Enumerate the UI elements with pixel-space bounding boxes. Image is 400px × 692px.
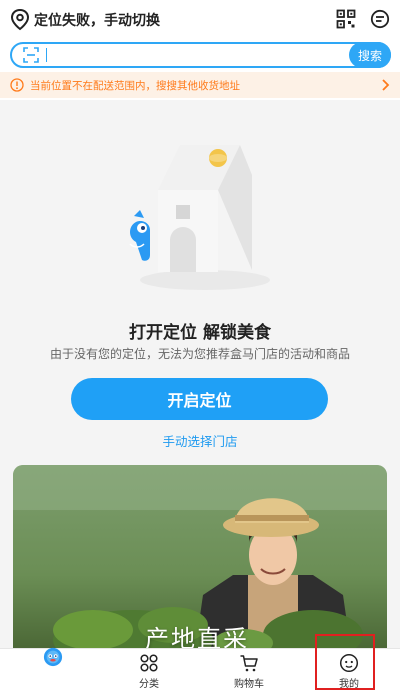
page-description: 由于没有您的定位，无法为您推荐盒马门店的活动和商品 [49, 347, 350, 361]
highlight-box [315, 634, 375, 690]
chevron-right-icon[interactable] [380, 79, 390, 91]
map-pin-icon [10, 9, 30, 31]
delivery-notice[interactable]: 当前位置不在配送范围内，搜搜其他收货地址 [0, 72, 400, 98]
search-input[interactable] [51, 47, 389, 63]
location-text[interactable]: 定位失败，手动切换 [34, 10, 160, 30]
tab-category[interactable]: 分类 [114, 649, 184, 692]
tab-home[interactable] [15, 647, 85, 692]
notice-text: 当前位置不在配送范围内，搜搜其他收货地址 [30, 79, 240, 92]
header: 定位失败，手动切换 搜索 当前位置不在配送范围内，搜搜其他收货地址 [0, 0, 400, 100]
search-button[interactable]: 搜索 [349, 42, 391, 68]
location-illustration [129, 145, 270, 290]
message-icon[interactable] [370, 9, 390, 29]
page-title: 打开定位 解锁美食 [129, 323, 271, 343]
location-selector[interactable]: 定位失败，手动切换 [10, 8, 160, 32]
search-bar[interactable]: 搜索 [10, 42, 391, 68]
cart-icon [240, 654, 258, 671]
scan-icon[interactable] [22, 46, 40, 64]
warning-icon [10, 78, 24, 92]
tab-label-cart: 购物车 [234, 678, 264, 690]
qr-code-icon[interactable] [336, 9, 356, 29]
select-store-link[interactable]: 手动选择门店 [0, 431, 400, 450]
text-cursor [46, 48, 47, 62]
tab-cart[interactable]: 购物车 [214, 649, 284, 692]
tab-label-category: 分类 [139, 678, 159, 690]
enable-location-button[interactable]: 开启定位 [71, 378, 328, 420]
category-icon [140, 653, 158, 672]
home-mascot-icon[interactable] [43, 647, 63, 667]
